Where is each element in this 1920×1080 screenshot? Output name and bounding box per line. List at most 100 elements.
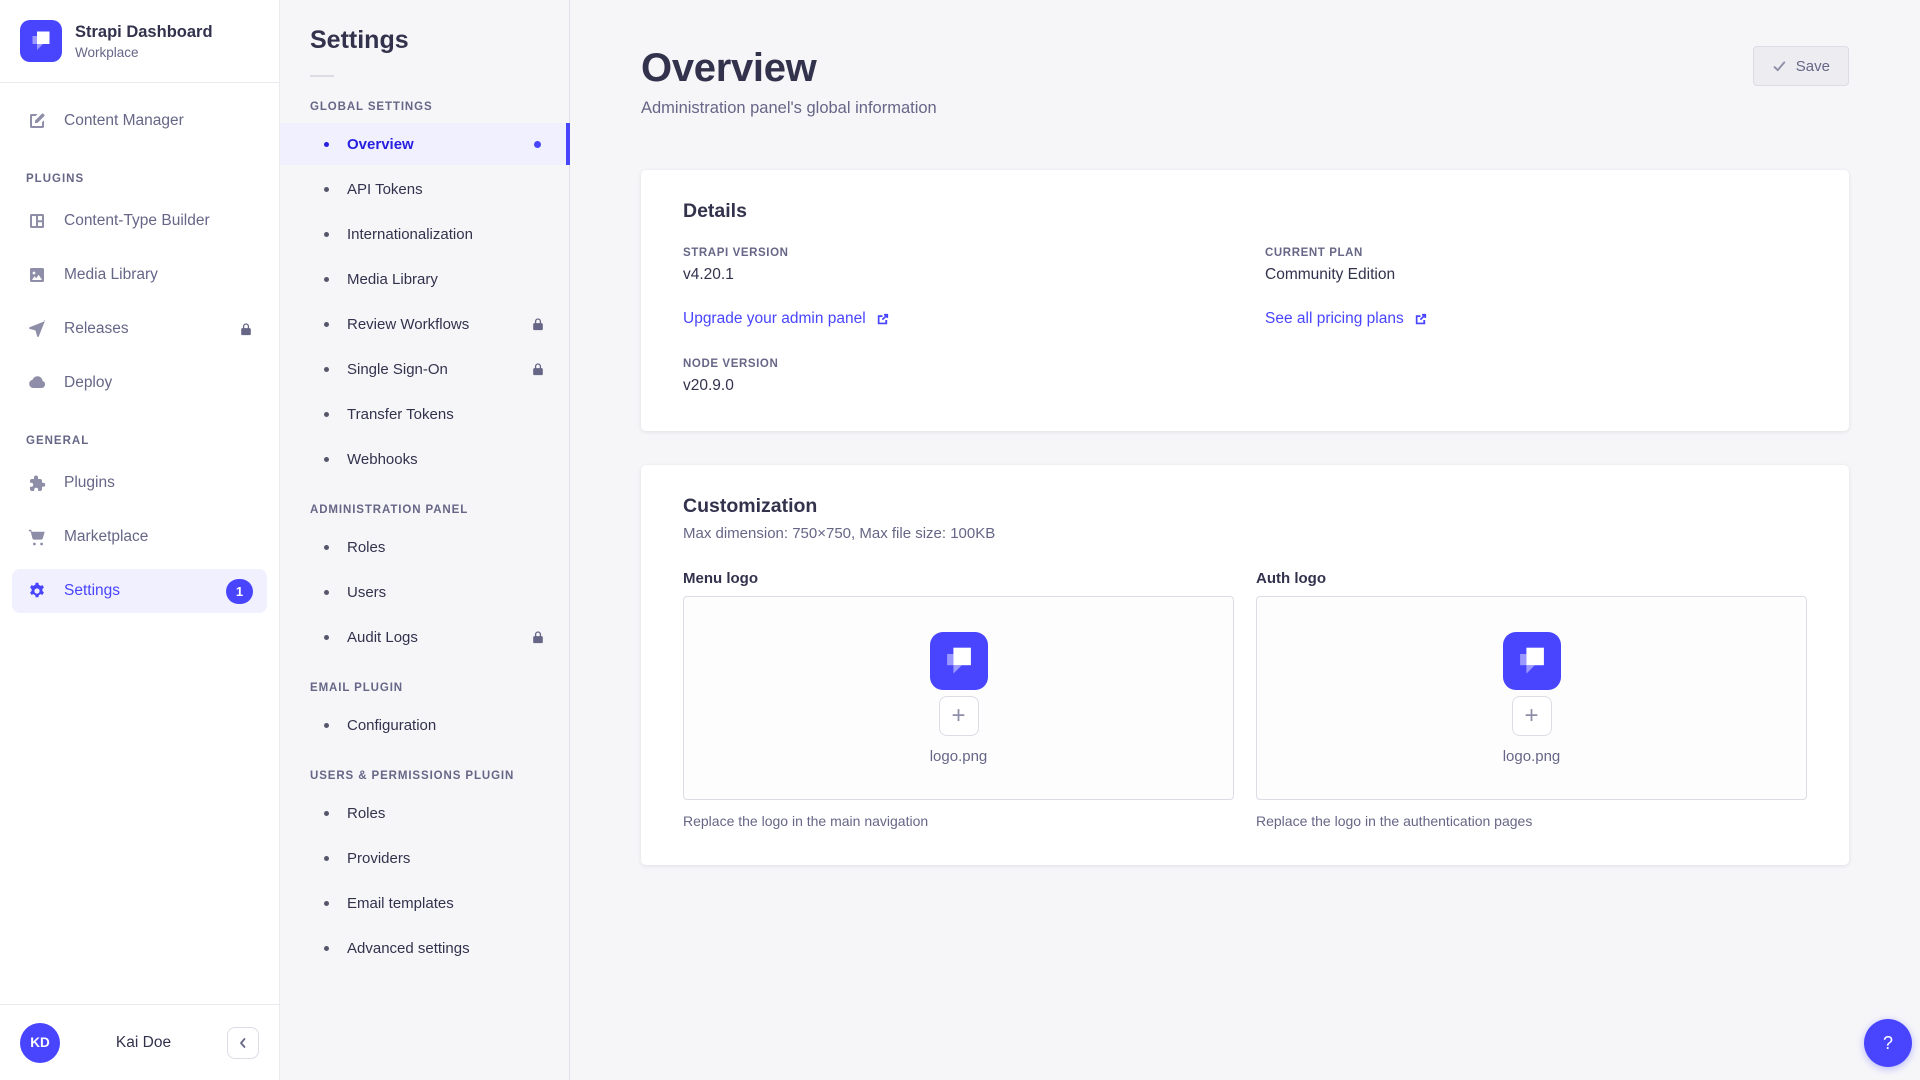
- settings-subnav: Settings GLOBAL SETTINGS Overview API To…: [280, 0, 570, 1080]
- edit-icon: [26, 110, 48, 132]
- bullet-icon: [324, 187, 329, 192]
- bullet-icon: [324, 412, 329, 417]
- lock-icon: [239, 322, 253, 336]
- subnav-item-users[interactable]: Users: [280, 571, 569, 613]
- help-button[interactable]: ?: [1864, 1019, 1912, 1067]
- subnav-item-webhooks[interactable]: Webhooks: [280, 438, 569, 480]
- logo-filename: logo.png: [930, 748, 988, 765]
- menu-logo-caption: Replace the logo in the main navigation: [683, 813, 1234, 829]
- lock-icon: [531, 317, 545, 331]
- details-card: Details STRAPI VERSION v4.20.1 Upgrade y…: [641, 170, 1849, 431]
- subnav-item-review-workflows[interactable]: Review Workflows: [280, 303, 569, 345]
- sidebar-item-marketplace[interactable]: Marketplace: [12, 515, 267, 559]
- cart-icon: [26, 526, 48, 548]
- sidebar-nav: Content Manager PLUGINS Content-Type Bui…: [0, 83, 279, 1004]
- save-button[interactable]: Save: [1753, 46, 1849, 86]
- chevron-left-icon: [235, 1035, 251, 1051]
- strapi-logo-icon: [20, 20, 62, 62]
- external-link-icon: [1413, 312, 1428, 327]
- subnav-item-email-templates[interactable]: Email templates: [280, 882, 569, 924]
- customization-card: Customization Max dimension: 750×750, Ma…: [641, 465, 1849, 865]
- sidebar-item-content-manager[interactable]: Content Manager: [12, 99, 267, 143]
- workspace-brand[interactable]: Strapi Dashboard Workplace: [0, 0, 279, 82]
- subnav-item-roles-admin[interactable]: Roles: [280, 526, 569, 568]
- lock-icon: [531, 362, 545, 376]
- sidebar-section-general: GENERAL: [0, 435, 279, 447]
- bullet-icon: [324, 723, 329, 728]
- image-icon: [26, 264, 48, 286]
- bullet-icon: [324, 142, 329, 147]
- logo-filename: logo.png: [1503, 748, 1561, 765]
- auth-logo-section: Auth logo + logo.png Replace the logo in…: [1256, 570, 1807, 829]
- bullet-icon: [324, 232, 329, 237]
- subnav-item-single-sign-on[interactable]: Single Sign-On: [280, 348, 569, 390]
- sidebar-item-content-type-builder[interactable]: Content-Type Builder: [12, 199, 267, 243]
- external-link-icon: [875, 312, 890, 327]
- subnav-item-roles-up[interactable]: Roles: [280, 792, 569, 834]
- customization-constraints: Max dimension: 750×750, Max file size: 1…: [683, 525, 1807, 542]
- node-version-field: NODE VERSION v20.9.0: [683, 358, 1225, 395]
- strapi-version-field: STRAPI VERSION v4.20.1: [683, 247, 1225, 284]
- subnav-item-providers[interactable]: Providers: [280, 837, 569, 879]
- avatar[interactable]: KD: [20, 1023, 60, 1063]
- bullet-icon: [324, 856, 329, 861]
- divider: [310, 75, 334, 77]
- sidebar-item-deploy[interactable]: Deploy: [12, 361, 267, 405]
- settings-notification-badge: 1: [226, 579, 253, 604]
- check-icon: [1772, 59, 1787, 74]
- bullet-icon: [324, 811, 329, 816]
- bullet-icon: [324, 590, 329, 595]
- subnav-section-administration-panel: ADMINISTRATION PANEL: [280, 504, 569, 516]
- auth-logo-caption: Replace the logo in the authentication p…: [1256, 813, 1807, 829]
- subnav-title: Settings: [280, 26, 569, 55]
- add-logo-button[interactable]: +: [939, 696, 979, 736]
- bullet-icon: [324, 946, 329, 951]
- details-heading: Details: [683, 200, 1807, 223]
- grid-icon: [26, 210, 48, 232]
- menu-logo-label: Menu logo: [683, 570, 1234, 587]
- collapse-sidebar-button[interactable]: [227, 1027, 259, 1059]
- user-name[interactable]: Kai Doe: [70, 1034, 217, 1052]
- add-logo-button[interactable]: +: [1512, 696, 1552, 736]
- subnav-item-internationalization[interactable]: Internationalization: [280, 213, 569, 255]
- strapi-logo-icon: [930, 632, 988, 690]
- menu-logo-upload-area[interactable]: + logo.png: [683, 596, 1234, 800]
- sidebar-item-settings[interactable]: Settings 1: [12, 569, 267, 613]
- bullet-icon: [324, 367, 329, 372]
- strapi-logo-icon: [1503, 632, 1561, 690]
- sidebar-item-media-library[interactable]: Media Library: [12, 253, 267, 297]
- sidebar-user-footer: KD Kai Doe: [0, 1004, 279, 1080]
- subnav-item-transfer-tokens[interactable]: Transfer Tokens: [280, 393, 569, 435]
- subnav-item-overview[interactable]: Overview: [280, 123, 569, 165]
- subnav-item-advanced-settings[interactable]: Advanced settings: [280, 927, 569, 969]
- menu-logo-section: Menu logo + logo.png Replace the logo in…: [683, 570, 1234, 829]
- puzzle-icon: [26, 472, 48, 494]
- bullet-icon: [324, 457, 329, 462]
- main-content: Overview Administration panel's global i…: [570, 0, 1920, 1080]
- bullet-icon: [324, 635, 329, 640]
- sidebar-item-releases[interactable]: Releases: [12, 307, 267, 351]
- page-subtitle: Administration panel's global informatio…: [641, 99, 937, 118]
- subnav-section-users-permissions-plugin: USERS & PERMISSIONS PLUGIN: [280, 770, 569, 782]
- subnav-item-api-tokens[interactable]: API Tokens: [280, 168, 569, 210]
- upgrade-admin-panel-link[interactable]: Upgrade your admin panel: [683, 310, 890, 328]
- subnav-item-media-library[interactable]: Media Library: [280, 258, 569, 300]
- bullet-icon: [324, 901, 329, 906]
- workspace-title: Strapi Dashboard: [75, 22, 213, 43]
- current-plan-field: CURRENT PLAN Community Edition: [1265, 247, 1807, 284]
- notification-dot-icon: [534, 141, 541, 148]
- bullet-icon: [324, 545, 329, 550]
- bullet-icon: [324, 322, 329, 327]
- cloud-icon: [26, 372, 48, 394]
- subnav-item-configuration[interactable]: Configuration: [280, 704, 569, 746]
- auth-logo-upload-area[interactable]: + logo.png: [1256, 596, 1807, 800]
- subnav-item-audit-logs[interactable]: Audit Logs: [280, 616, 569, 658]
- details-right-column: CURRENT PLAN Community Edition See all p…: [1265, 247, 1807, 395]
- pricing-plans-link[interactable]: See all pricing plans: [1265, 310, 1428, 328]
- gear-icon: [26, 580, 48, 602]
- subnav-section-email-plugin: EMAIL PLUGIN: [280, 682, 569, 694]
- details-left-column: STRAPI VERSION v4.20.1 Upgrade your admi…: [683, 247, 1225, 395]
- workspace-subtitle: Workplace: [75, 45, 213, 60]
- sidebar-item-plugins[interactable]: Plugins: [12, 461, 267, 505]
- auth-logo-label: Auth logo: [1256, 570, 1807, 587]
